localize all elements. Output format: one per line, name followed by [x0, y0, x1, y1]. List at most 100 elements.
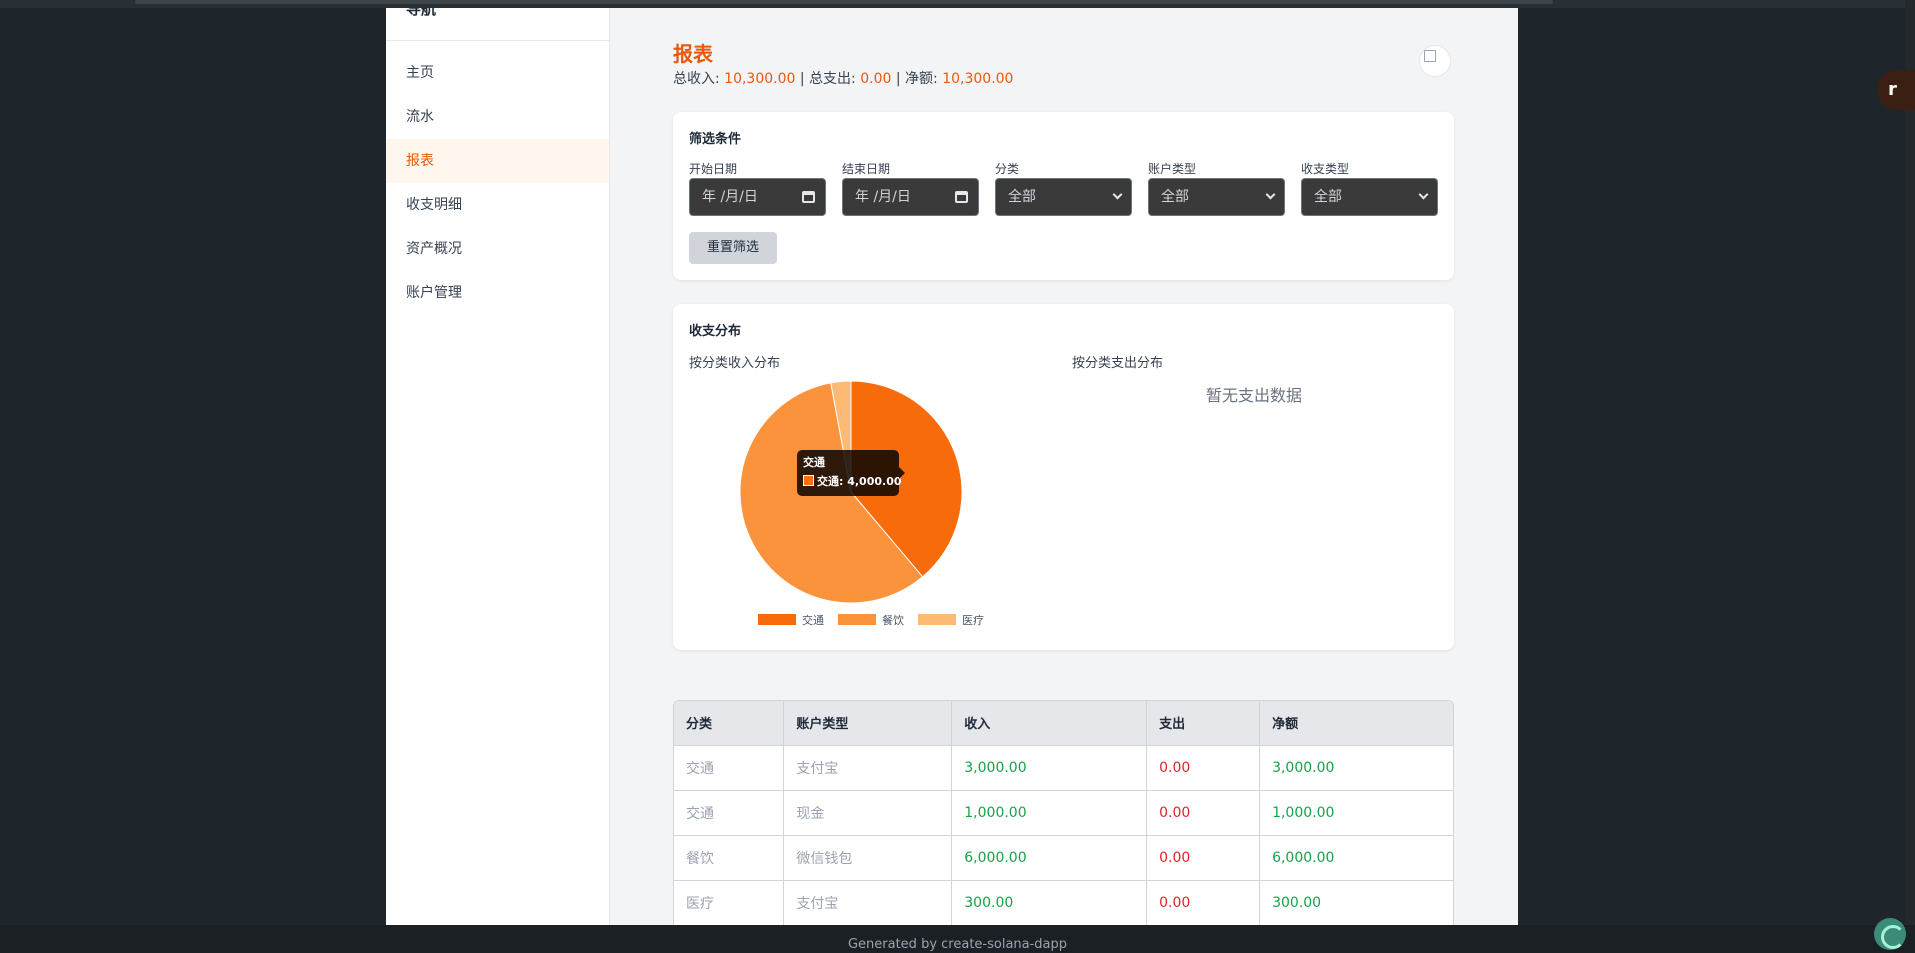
account-type-value: 全部	[1161, 189, 1189, 205]
income-value: 10,300.00	[724, 71, 796, 87]
category-select[interactable]: 全部	[995, 178, 1132, 216]
calendar-icon[interactable]	[955, 191, 968, 203]
column-header: 分类	[674, 701, 785, 746]
cell-account: 支付宝	[783, 745, 953, 791]
account-type-label: 账户类型	[1148, 162, 1197, 176]
calendar-icon[interactable]	[802, 191, 815, 203]
table-row: 交通 现金 1,000.00 0.00 1,000.00	[674, 790, 1453, 836]
solana-logo-icon[interactable]	[1874, 918, 1906, 950]
column-header: 收入	[951, 701, 1148, 746]
table-row: 医疗 支付宝 300.00 0.00 300.00	[674, 880, 1453, 925]
legend-swatch[interactable]	[758, 614, 796, 625]
cell-account: 现金	[783, 790, 953, 836]
cell-category: 交通	[674, 790, 785, 836]
flow-type-field: 收支类型 全部	[1301, 160, 1438, 216]
account-type-field: 账户类型 全部	[1148, 160, 1285, 216]
floating-assistant-button[interactable]: r	[1877, 70, 1915, 110]
start-date-label: 开始日期	[689, 162, 738, 176]
tooltip-row: 交通: 4,000.00	[803, 472, 902, 492]
sidebar-item-transactions[interactable]: 流水	[386, 95, 609, 139]
separator: |	[895, 71, 901, 87]
cell-category: 餐饮	[674, 835, 785, 881]
chevron-down-icon	[1418, 189, 1429, 200]
start-date-field: 开始日期 年 /月/日	[689, 160, 826, 216]
cell-expense: 0.00	[1146, 745, 1261, 791]
cell-expense: 0.00	[1146, 835, 1261, 881]
account-type-select[interactable]: 全部	[1148, 178, 1285, 216]
footer: Generated by create-solana-dapp	[0, 925, 1915, 953]
report-table: 分类 账户类型 收入 支出 净额 交通 支付宝 3,000.00 0.00 3,…	[674, 701, 1453, 925]
cell-account: 支付宝	[783, 880, 953, 925]
cell-expense: 0.00	[1146, 880, 1261, 925]
sidebar-item-assets[interactable]: 资产概况	[386, 227, 609, 271]
cell-net: 300.00	[1259, 880, 1453, 925]
app-window: 导航 主页 流水 报表 收支明细 资产概况 账户管理 报表 总收入: 10,30…	[386, 8, 1518, 925]
end-date-placeholder: 年 /月/日	[855, 189, 911, 205]
sidebar-item-details[interactable]: 收支明细	[386, 183, 609, 227]
table-row: 餐饮 微信钱包 6,000.00 0.00 6,000.00	[674, 835, 1453, 881]
expense-empty-text: 暂无支出数据	[1206, 386, 1303, 405]
cell-income: 3,000.00	[951, 745, 1148, 791]
end-date-field: 结束日期 年 /月/日	[842, 160, 979, 216]
end-date-label: 结束日期	[842, 162, 891, 176]
main-content: 报表 总收入: 10,300.00 | 总支出: 0.00 | 净额: 10,3…	[610, 8, 1518, 925]
expense-chart-title: 按分类支出分布	[1072, 356, 1164, 371]
legend-swatch[interactable]	[918, 614, 956, 625]
tooltip-title: 交通	[803, 456, 825, 469]
tooltip-swatch	[803, 475, 814, 486]
separator: |	[799, 71, 805, 87]
distribution-card: 收支分布 按分类收入分布 按分类支出分布 暂无支出数据 交通 餐饮 医疗 交通 交通…	[673, 304, 1454, 650]
sidebar-item-reports[interactable]: 报表	[386, 139, 609, 183]
legend-label[interactable]: 交通	[802, 613, 824, 627]
summary-line: 总收入: 10,300.00 | 总支出: 0.00 | 净额: 10,300.…	[673, 68, 1013, 88]
tooltip-value: 交通: 4,000.00	[817, 475, 902, 488]
report-table-wrap: 分类 账户类型 收入 支出 净额 交通 支付宝 3,000.00 0.00 3,…	[673, 700, 1454, 925]
cell-category: 医疗	[674, 880, 785, 925]
chevron-down-icon	[1265, 189, 1276, 200]
cell-net: 3,000.00	[1259, 745, 1453, 791]
filter-title: 筛选条件	[689, 132, 742, 147]
cell-net: 1,000.00	[1259, 790, 1453, 836]
expense-label: 总支出:	[809, 71, 856, 87]
cell-net: 6,000.00	[1259, 835, 1453, 881]
category-value: 全部	[1008, 189, 1036, 205]
chevron-down-icon	[1112, 189, 1123, 200]
cell-income: 6,000.00	[951, 835, 1148, 881]
cell-income: 1,000.00	[951, 790, 1148, 836]
browser-top-strip	[0, 0, 1915, 8]
sidebar-title: 导航	[386, 8, 609, 41]
top-scroll-track	[135, 0, 1553, 4]
cell-expense: 0.00	[1146, 790, 1261, 836]
filter-card: 筛选条件 开始日期 年 /月/日 结束日期 年 /月/日 分类 全部 账户类型 …	[673, 112, 1454, 280]
reset-filter-button[interactable]: 重置筛选	[689, 232, 777, 264]
expense-value: 0.00	[860, 71, 892, 87]
sidebar-item-home[interactable]: 主页	[386, 51, 609, 95]
legend-label[interactable]: 餐饮	[882, 613, 904, 627]
cell-account: 微信钱包	[783, 835, 953, 881]
table-row: 交通 支付宝 3,000.00 0.00 3,000.00	[674, 745, 1453, 791]
category-field: 分类 全部	[995, 160, 1132, 216]
category-label: 分类	[995, 162, 1020, 176]
legend-swatch[interactable]	[838, 614, 876, 625]
flow-type-select[interactable]: 全部	[1301, 178, 1438, 216]
end-date-input[interactable]: 年 /月/日	[842, 178, 979, 216]
sidebar: 导航 主页 流水 报表 收支明细 资产概况 账户管理	[386, 8, 610, 925]
net-value: 10,300.00	[942, 71, 1014, 87]
avatar[interactable]	[1419, 45, 1451, 77]
sidebar-nav: 主页 流水 报表 收支明细 资产概况 账户管理	[386, 51, 609, 315]
column-header: 账户类型	[783, 701, 953, 746]
cell-income: 300.00	[951, 880, 1148, 925]
column-header: 支出	[1146, 701, 1261, 746]
page-scrollbar[interactable]	[1905, 0, 1915, 925]
page-title: 报表	[673, 42, 713, 66]
start-date-input[interactable]: 年 /月/日	[689, 178, 826, 216]
column-header: 净额	[1259, 701, 1453, 746]
sidebar-item-accounts[interactable]: 账户管理	[386, 271, 609, 315]
chart-tooltip: 交通 交通: 4,000.00	[797, 450, 905, 496]
cell-category: 交通	[674, 745, 785, 791]
start-date-placeholder: 年 /月/日	[702, 189, 758, 205]
legend-label[interactable]: 医疗	[962, 613, 984, 627]
flow-type-value: 全部	[1314, 189, 1342, 205]
flow-type-label: 收支类型	[1301, 162, 1350, 176]
income-label: 总收入:	[673, 71, 720, 87]
